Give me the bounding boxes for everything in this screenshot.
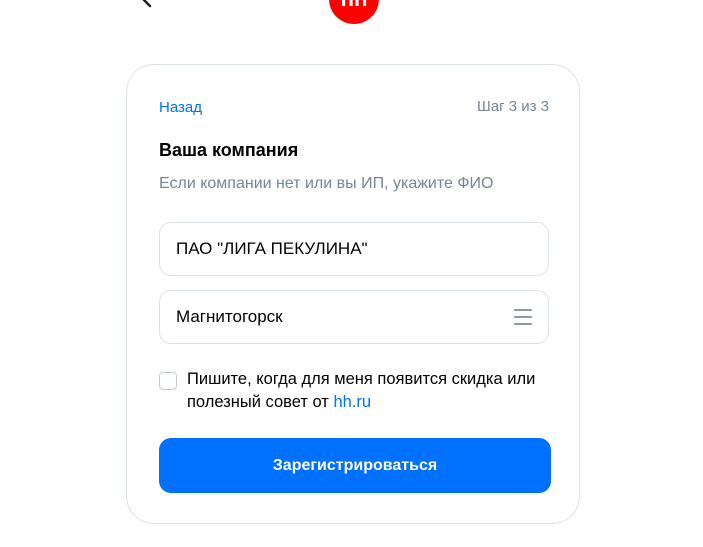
- hh-logo[interactable]: hh: [329, 0, 379, 24]
- company-name-input[interactable]: ПАО "ЛИГА ПЕКУЛИНА": [159, 222, 549, 276]
- subscribe-label: Пишите, когда для меня появится скидка и…: [187, 368, 549, 414]
- company-name-value: ПАО "ЛИГА ПЕКУЛИНА": [176, 239, 368, 258]
- back-arrow-icon[interactable]: [128, 0, 156, 10]
- step-indicator: Шаг 3 из 3: [476, 98, 549, 115]
- city-value: Магнитогорск: [176, 307, 283, 326]
- city-select[interactable]: Магнитогорск: [159, 290, 549, 344]
- hh-ru-link[interactable]: hh.ru: [333, 393, 371, 411]
- form-title: Ваша компания: [159, 140, 299, 160]
- back-link[interactable]: Назад: [159, 99, 202, 116]
- subscribe-option: Пишите, когда для меня появится скидка и…: [159, 368, 549, 414]
- register-button[interactable]: Зарегистрироваться: [159, 438, 551, 493]
- registration-card: Назад Шаг 3 из 3 Ваша компания Если комп…: [126, 64, 580, 524]
- subscribe-checkbox[interactable]: [159, 372, 177, 390]
- menu-icon: [514, 309, 532, 325]
- form-subtitle: Если компании нет или вы ИП, укажите ФИО: [159, 175, 494, 192]
- logo-text: hh: [341, 0, 368, 12]
